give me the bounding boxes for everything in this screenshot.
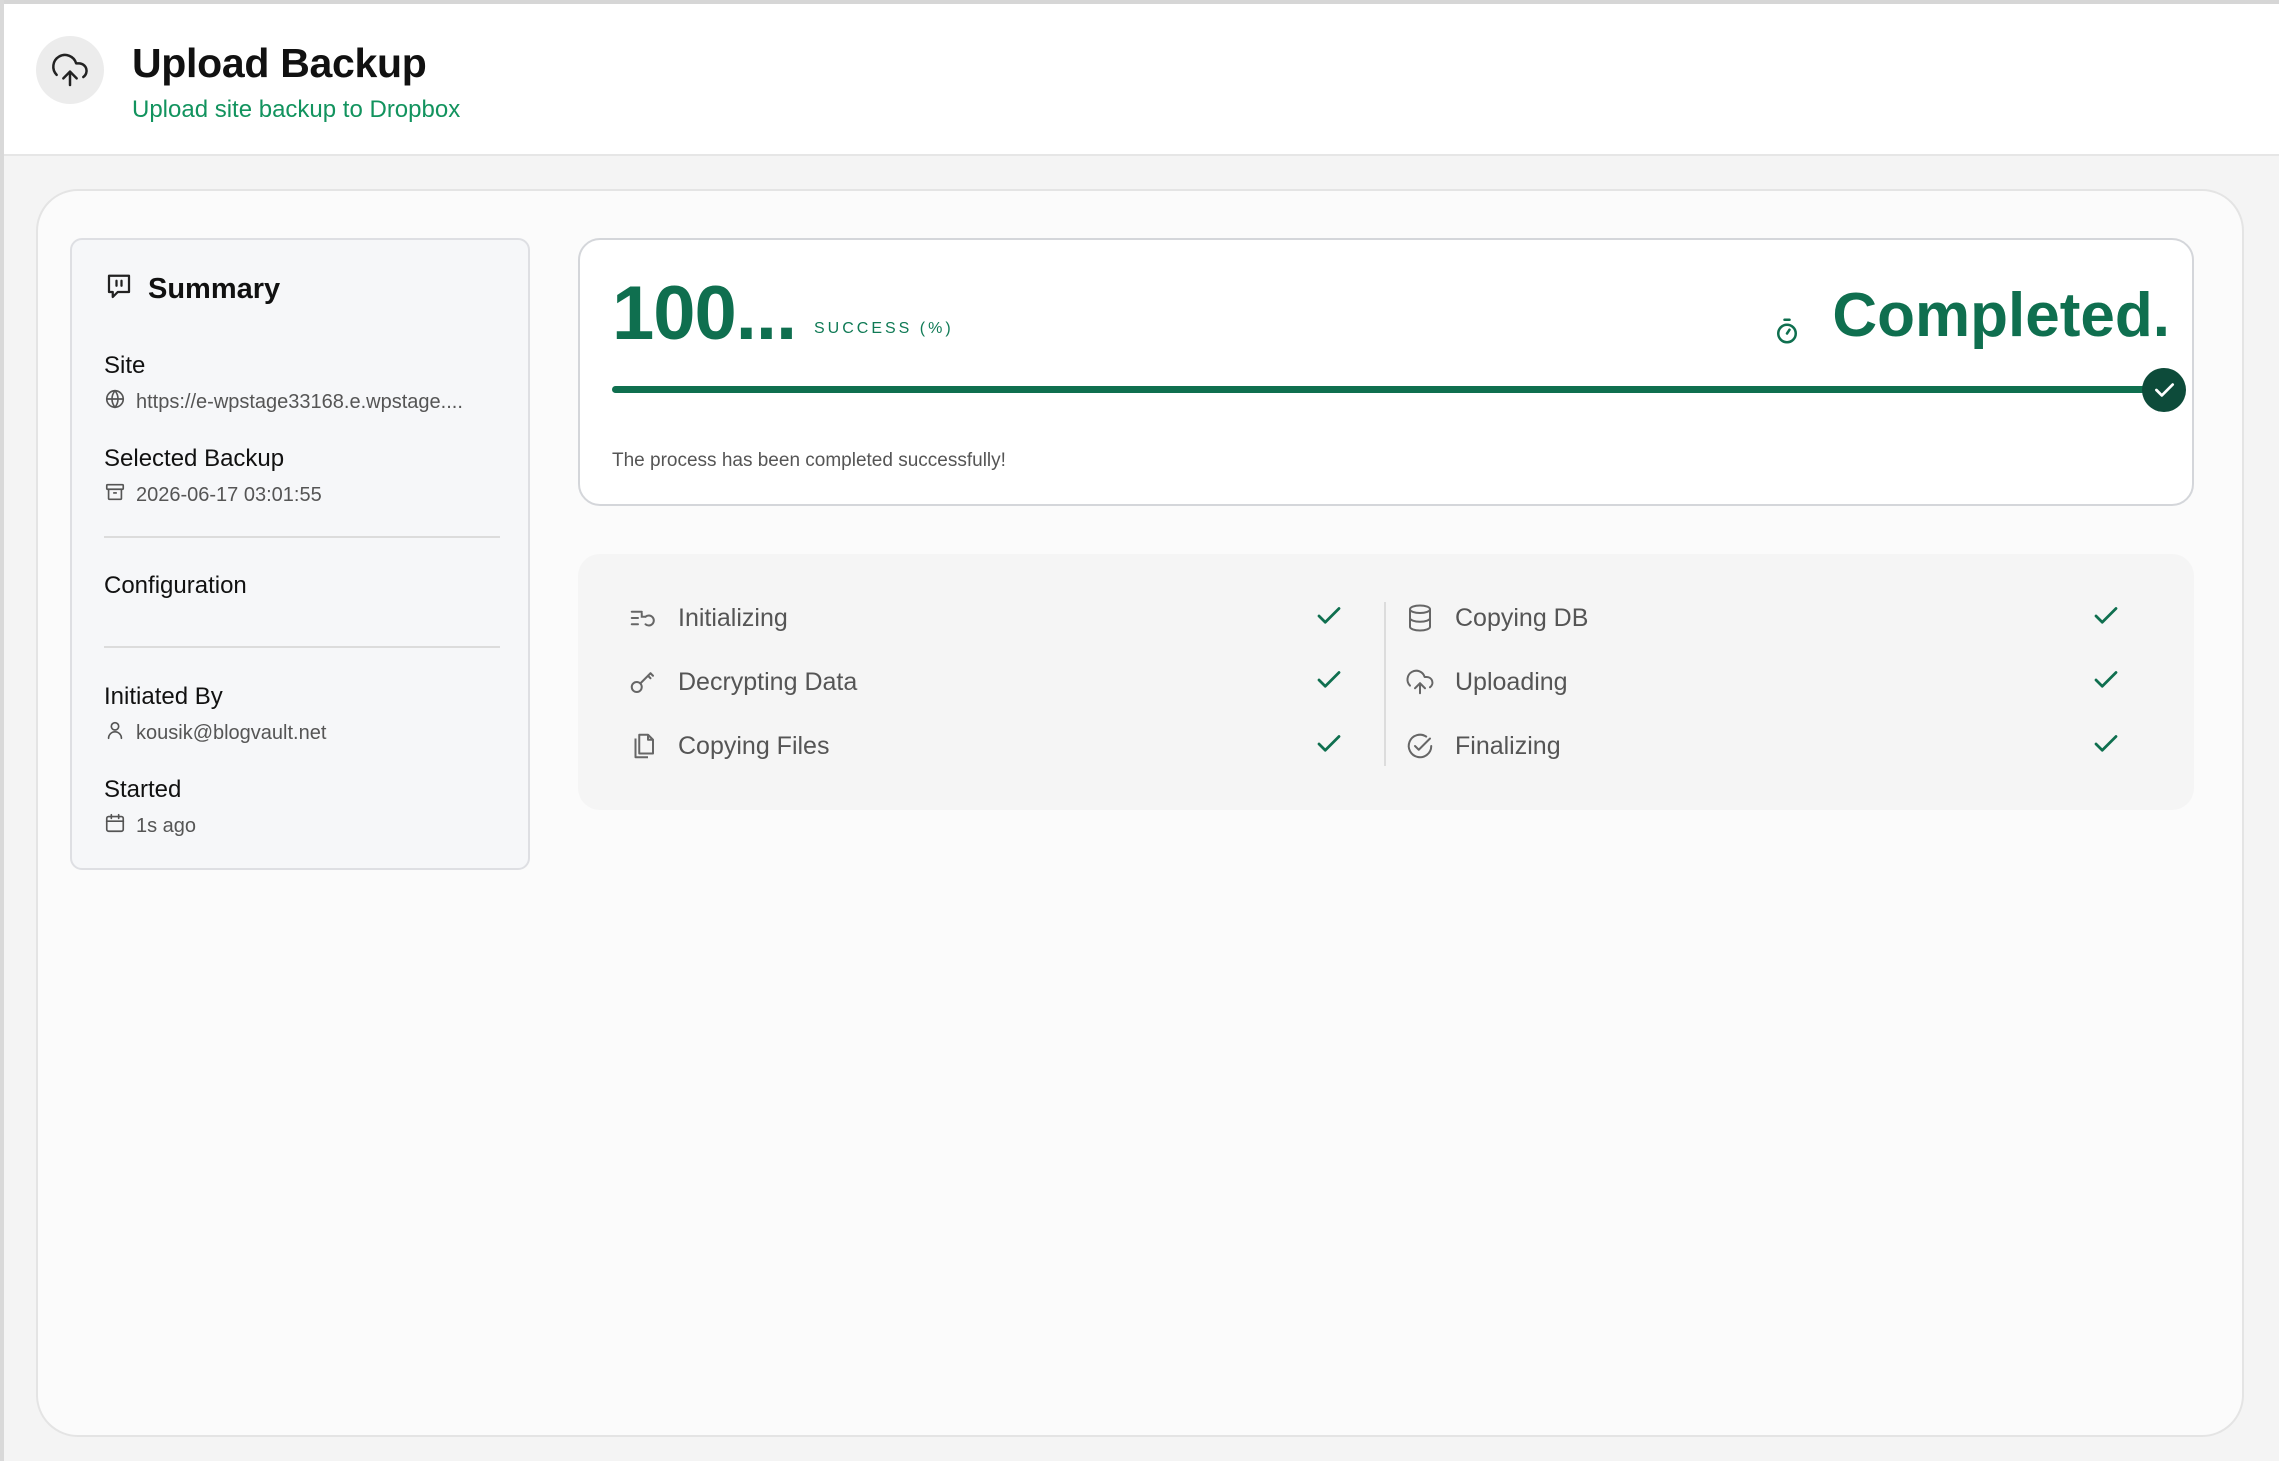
page-subtitle: Upload site backup to Dropbox	[132, 96, 461, 123]
initiated-by-label: Initiated By	[104, 683, 223, 710]
check-icon	[2091, 729, 2121, 764]
user-icon	[104, 719, 126, 747]
step-copying-files: Copying Files	[628, 726, 1348, 766]
step-label: Finalizing	[1455, 731, 1561, 760]
progress-bar	[612, 386, 2152, 393]
check-icon	[1314, 665, 1344, 700]
steps-divider	[1384, 602, 1386, 766]
status-text: Completed.	[1832, 281, 2170, 350]
check-icon	[2091, 601, 2121, 636]
cloud-upload-icon	[36, 36, 104, 104]
circle-check-icon	[1405, 731, 1441, 761]
configuration-label: Configuration	[104, 572, 247, 599]
globe-icon	[104, 388, 126, 416]
selected-backup-value: 2026-06-17 03:01:55	[104, 481, 322, 509]
initiated-by-value: kousik@blogvault.net	[104, 719, 326, 747]
list-restart-icon	[628, 603, 664, 633]
check-icon	[1314, 601, 1344, 636]
page-title: Upload Backup	[132, 40, 427, 86]
step-initializing: Initializing	[628, 598, 1348, 638]
summary-panel: Summary Site https://e-wpstage33168.e.wp…	[70, 238, 530, 870]
database-icon	[1405, 603, 1441, 633]
divider	[104, 646, 500, 648]
started-label: Started	[104, 776, 182, 803]
cloud-upload-icon	[1405, 667, 1441, 697]
step-label: Decrypting Data	[678, 667, 858, 696]
message-square-icon	[104, 272, 134, 307]
backup-timestamp: 2026-06-17 03:01:55	[136, 483, 322, 506]
progress-percent-label: SUCCESS (%)	[814, 320, 954, 337]
step-label: Copying DB	[1455, 603, 1589, 632]
page-header: Upload Backup Upload site backup to Drop…	[4, 4, 2279, 156]
site-label: Site	[104, 352, 146, 379]
files-icon	[628, 731, 664, 761]
site-value: https://e-wpstage33168.e.wpstage....	[104, 388, 463, 416]
step-label: Uploading	[1455, 667, 1568, 696]
calendar-icon	[104, 812, 126, 840]
site-url: https://e-wpstage33168.e.wpstage....	[136, 390, 463, 413]
check-icon	[2091, 665, 2121, 700]
status-message: The process has been completed successfu…	[612, 450, 1006, 471]
progress-percent: 100...	[612, 271, 797, 356]
progress-bar-fill	[612, 386, 2152, 393]
timer-icon	[1772, 316, 1802, 351]
step-finalizing: Finalizing	[1405, 726, 2125, 766]
archive-icon	[104, 481, 126, 509]
divider	[104, 536, 500, 538]
started-time: 1s ago	[136, 814, 197, 837]
summary-title: Summary	[148, 273, 281, 305]
steps-panel: Initializing Decrypting Data Copying Fil…	[578, 554, 2194, 810]
step-uploading: Uploading	[1405, 662, 2125, 702]
selected-backup-label: Selected Backup	[104, 445, 285, 472]
step-decrypting-data: Decrypting Data	[628, 662, 1348, 702]
step-copying-db: Copying DB	[1405, 598, 2125, 638]
check-icon	[1314, 729, 1344, 764]
summary-header: Summary	[104, 272, 280, 307]
started-value: 1s ago	[104, 812, 196, 840]
initiator-email: kousik@blogvault.net	[136, 721, 327, 744]
step-label: Initializing	[678, 603, 788, 632]
key-icon	[628, 667, 664, 697]
check-icon	[2142, 368, 2186, 412]
progress-card: 100... SUCCESS (%) Completed. The proces…	[578, 238, 2194, 506]
step-label: Copying Files	[678, 731, 830, 760]
